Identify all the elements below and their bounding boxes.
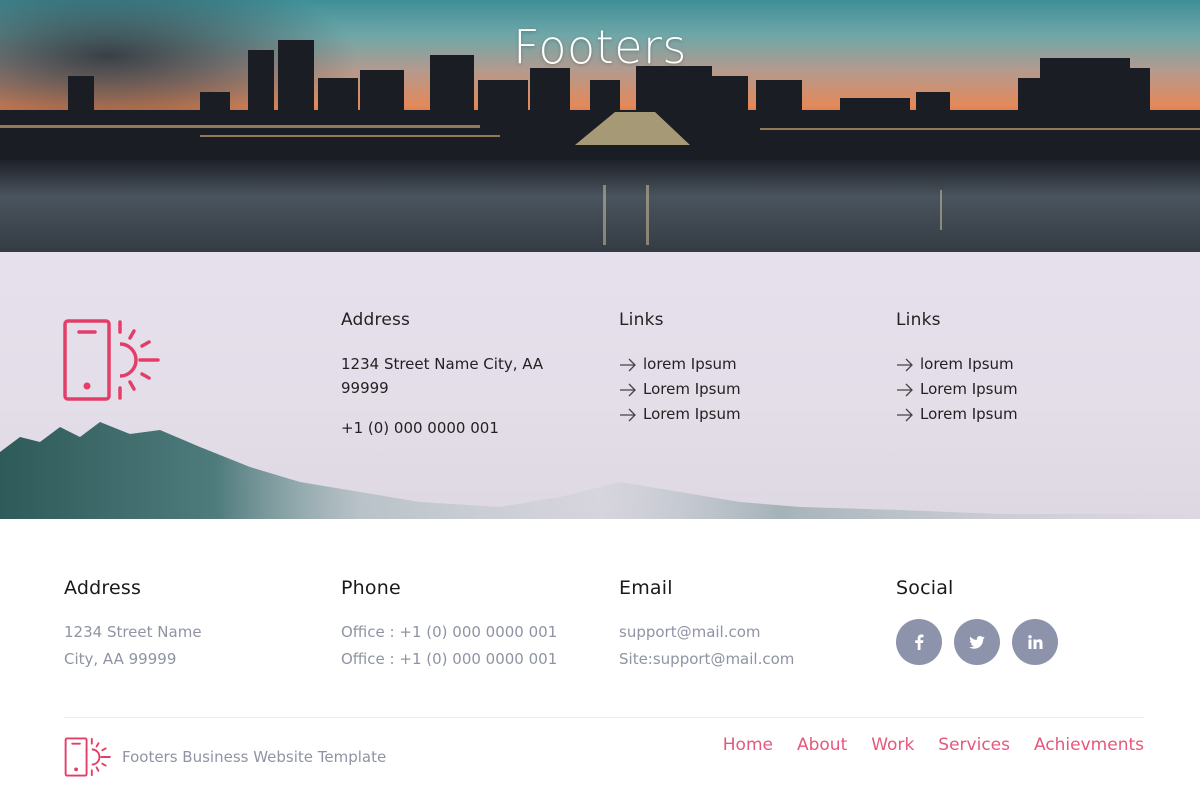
lower-email-column: Email support@mail.com Site:support@mail…: [619, 577, 879, 673]
twitter-icon: [969, 635, 985, 649]
footer-link-label: Lorem Ipsum: [643, 380, 741, 398]
nav-achievments[interactable]: Achievments: [1034, 735, 1144, 755]
hero-banner: Footers: [0, 0, 1200, 252]
email-link[interactable]: support@mail.com: [619, 619, 879, 646]
arrow-right-icon: [897, 358, 913, 371]
footer-link-label: Lorem Ipsum: [920, 405, 1018, 423]
address-heading: Address: [64, 577, 142, 599]
upper-address-line: 1234 Street Name City, AA 99999: [341, 355, 544, 397]
links-heading: Links: [896, 310, 941, 330]
footer-link-label: Lorem Ipsum: [920, 380, 1018, 398]
lower-address-column: Address 1234 Street Name City, AA 99999: [64, 577, 304, 673]
linkedin-button[interactable]: [1012, 619, 1058, 665]
footer-link[interactable]: Lorem Ipsum: [619, 402, 849, 427]
brand-tagline: Footers Business Website Template: [122, 748, 387, 766]
lower-footer: Address 1234 Street Name City, AA 99999 …: [0, 519, 1200, 800]
social-heading: Social: [896, 577, 954, 599]
nav-services[interactable]: Services: [938, 735, 1010, 755]
footer-link-label: lorem Ipsum: [643, 355, 737, 373]
footer-divider: [64, 717, 1144, 718]
arrow-right-icon: [897, 383, 913, 396]
social-links: [896, 619, 1136, 665]
email-heading: Email: [619, 577, 673, 599]
footer-link[interactable]: lorem Ipsum: [619, 352, 849, 377]
upper-footer: Address 1234 Street Name City, AA 99999 …: [0, 252, 1200, 519]
phone-sun-icon: [63, 319, 160, 401]
address-line: City, AA 99999: [64, 650, 177, 668]
footer-link[interactable]: lorem Ipsum: [896, 352, 1126, 377]
footer-link[interactable]: Lorem Ipsum: [619, 377, 849, 402]
nav-home[interactable]: Home: [723, 735, 773, 755]
nav-work[interactable]: Work: [871, 735, 914, 755]
footer-link-label: Lorem Ipsum: [643, 405, 741, 423]
footer-link[interactable]: Lorem Ipsum: [896, 377, 1126, 402]
arrow-right-icon: [620, 408, 636, 421]
upper-address-column: Address 1234 Street Name City, AA 99999 …: [341, 310, 571, 440]
lower-social-column: Social: [896, 577, 1136, 665]
bottom-brand: Footers Business Website Template: [64, 737, 386, 777]
phone-heading: Phone: [341, 577, 401, 599]
phone-line: Office : +1 (0) 000 0000 001: [341, 650, 558, 668]
footer-link-label: lorem Ipsum: [920, 355, 1014, 373]
links-heading: Links: [619, 310, 664, 330]
linkedin-icon: [1027, 635, 1042, 649]
twitter-button[interactable]: [954, 619, 1000, 665]
email-link[interactable]: Site:support@mail.com: [619, 646, 879, 673]
facebook-button[interactable]: [896, 619, 942, 665]
upper-address-heading: Address: [341, 310, 411, 330]
arrow-right-icon: [620, 358, 636, 371]
upper-links-column-2: Links lorem Ipsum Lorem Ipsum Lorem Ipsu…: [896, 310, 1126, 427]
page-title: Footers: [513, 20, 687, 74]
footer-link[interactable]: Lorem Ipsum: [896, 402, 1126, 427]
upper-phone: +1 (0) 000 0000 001: [341, 419, 499, 437]
lower-phone-column: Phone Office : +1 (0) 000 0000 001 Offic…: [341, 577, 601, 673]
arrow-right-icon: [620, 383, 636, 396]
phone-sun-logo-icon[interactable]: [64, 737, 112, 777]
facebook-icon: [915, 634, 924, 650]
nav-about[interactable]: About: [797, 735, 847, 755]
upper-links-column-1: Links lorem Ipsum Lorem Ipsum Lorem Ipsu…: [619, 310, 849, 427]
footer-nav: Home About Work Services Achievments: [723, 735, 1144, 755]
address-line: 1234 Street Name: [64, 623, 202, 641]
phone-line: Office : +1 (0) 000 0000 001: [341, 623, 558, 641]
arrow-right-icon: [897, 408, 913, 421]
